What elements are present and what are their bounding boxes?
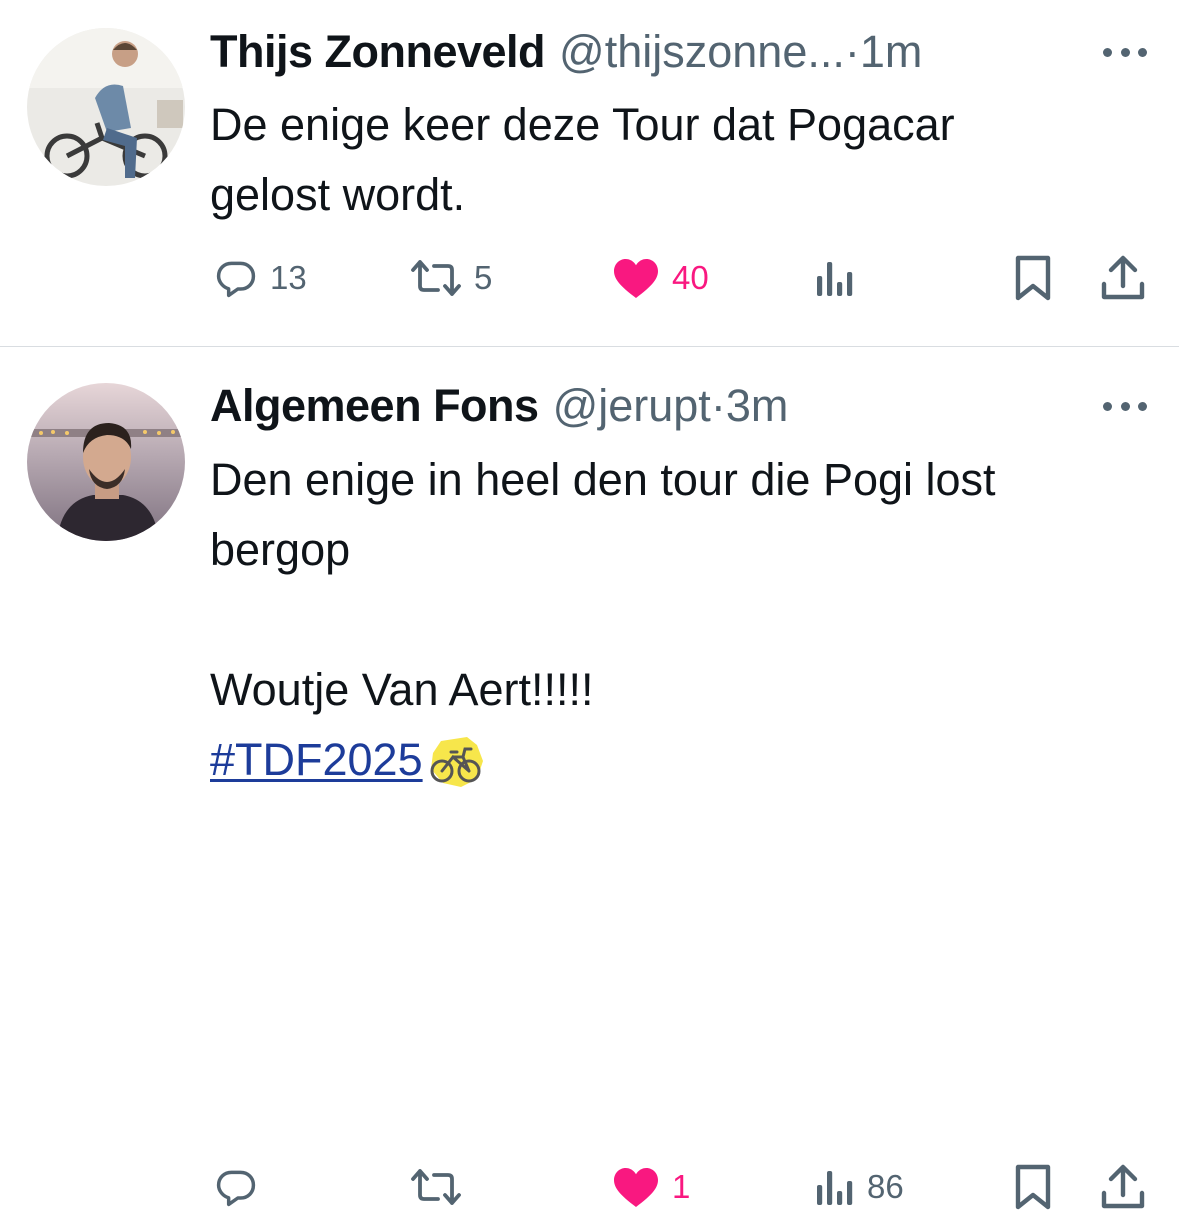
- like-button[interactable]: 40: [612, 253, 709, 303]
- tweet[interactable]: Algemeen Fons @jerupt · 3m Den enige in …: [0, 347, 1179, 1210]
- views-icon: [817, 262, 853, 296]
- reply-button[interactable]: 13: [214, 253, 307, 303]
- tweet-header: Algemeen Fons @jerupt · 3m: [210, 380, 788, 432]
- more-icon[interactable]: [1103, 396, 1147, 416]
- tweet-header: Thijs Zonneveld @thijszonne... · 1m: [210, 26, 922, 78]
- views-icon: [817, 1171, 853, 1205]
- tweet-text: De enige keer deze Tour dat Pogacar gelo…: [210, 99, 955, 220]
- reply-icon: [216, 261, 256, 298]
- bicycle-emoji: [427, 735, 485, 809]
- tweet-actions: 1 86: [0, 1162, 1179, 1212]
- hashtag-link[interactable]: #TDF2025: [210, 734, 423, 785]
- author-name[interactable]: Algemeen Fons: [210, 380, 539, 432]
- retweet-count: 5: [474, 259, 493, 296]
- reply-count: 13: [270, 259, 307, 296]
- heart-icon: [614, 1168, 658, 1207]
- separator-dot: ·: [710, 380, 726, 431]
- tweet-time[interactable]: 3m: [726, 380, 789, 432]
- bookmark-button[interactable]: [1014, 253, 1052, 303]
- avatar[interactable]: [27, 28, 185, 186]
- retweet-icon: [411, 1169, 461, 1205]
- bookmark-icon: [1015, 255, 1051, 301]
- tweet-actions: 13 5 40: [0, 253, 1179, 303]
- retweet-button[interactable]: [410, 1162, 474, 1212]
- reply-button[interactable]: [214, 1162, 270, 1212]
- tweet-text-block: Den enige in heel den tour die Pogi lost…: [210, 445, 1160, 809]
- more-icon[interactable]: [1103, 42, 1147, 62]
- share-icon: [1101, 1164, 1145, 1209]
- like-count: 1: [672, 1168, 691, 1205]
- bookmark-button[interactable]: [1014, 1162, 1052, 1212]
- bookmark-icon: [1015, 1164, 1051, 1210]
- like-count: 40: [672, 259, 709, 296]
- share-icon: [1101, 255, 1145, 300]
- avatar[interactable]: [27, 383, 185, 541]
- like-button[interactable]: 1: [612, 1162, 690, 1212]
- tweet-text: Den enige in heel den tour die Pogi lost…: [210, 454, 996, 715]
- reply-icon: [216, 1170, 256, 1207]
- separator-dot: ·: [844, 26, 860, 77]
- tweet[interactable]: Thijs Zonneveld @thijszonne... · 1m De e…: [0, 0, 1179, 346]
- author-handle[interactable]: @jerupt: [553, 380, 711, 432]
- share-button[interactable]: [1100, 1162, 1146, 1212]
- author-handle[interactable]: @thijszonne...: [559, 26, 845, 78]
- retweet-icon: [411, 260, 461, 296]
- tweet-time[interactable]: 1m: [860, 26, 923, 78]
- retweet-button[interactable]: 5: [410, 253, 492, 303]
- share-button[interactable]: [1100, 253, 1146, 303]
- author-name[interactable]: Thijs Zonneveld: [210, 26, 546, 78]
- views-count: 86: [867, 1168, 904, 1205]
- views-button[interactable]: 86: [815, 1162, 904, 1212]
- views-button[interactable]: [815, 253, 867, 303]
- heart-icon: [614, 259, 658, 298]
